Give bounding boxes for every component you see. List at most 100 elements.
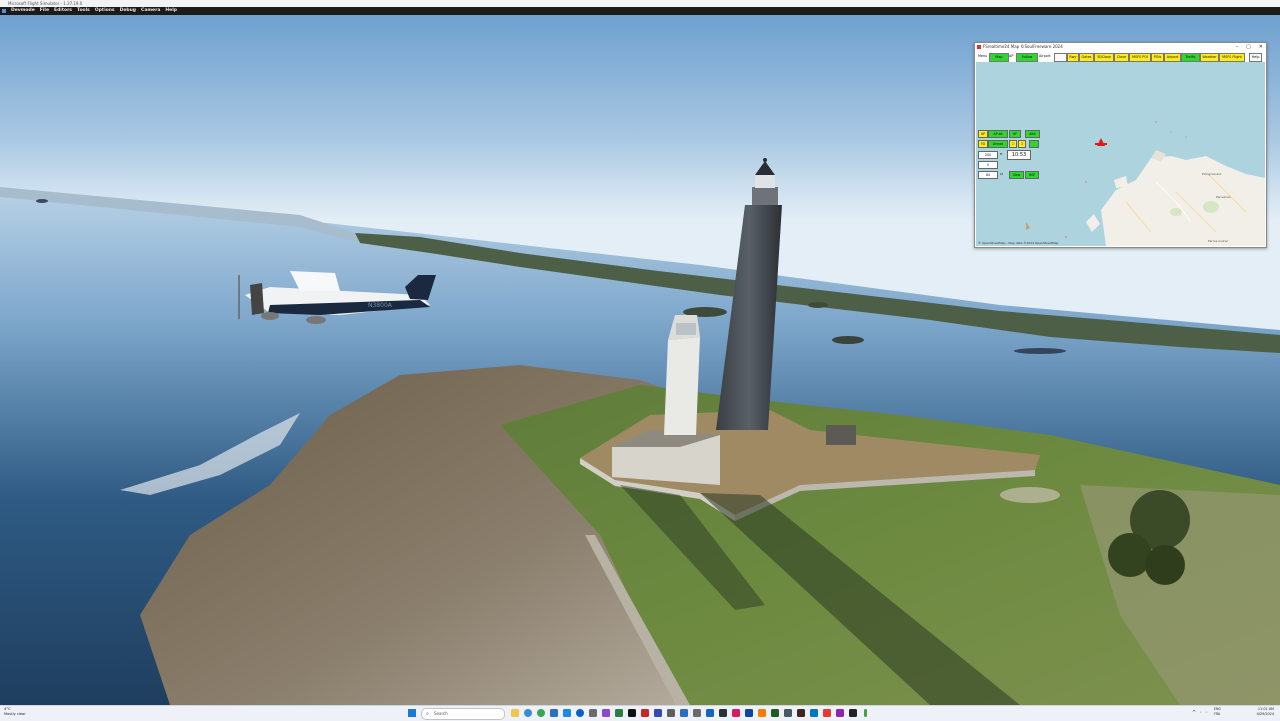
map-town-label: Plougrescant — [1202, 172, 1222, 176]
steam-icon[interactable] — [576, 709, 584, 717]
green-toggle[interactable] — [1029, 140, 1039, 148]
app-icon-10[interactable] — [641, 709, 649, 717]
hf-toggle[interactable]: HF — [1009, 130, 1021, 138]
app-icon-19[interactable] — [758, 709, 766, 717]
start-button[interactable] — [408, 709, 416, 717]
search-icon: ⌕ — [426, 711, 429, 717]
close-button[interactable]: ✕ — [1259, 43, 1263, 51]
taskbar-search[interactable]: ⌕ Search — [421, 708, 505, 720]
follow-button[interactable]: Follow — [1016, 53, 1038, 62]
option-3-toggle[interactable]: 3 — [1018, 140, 1026, 148]
chrome-icon[interactable] — [537, 709, 545, 717]
menu-tools[interactable]: Tools — [77, 7, 90, 15]
menu-label[interactable]: Menu — [978, 53, 987, 60]
clock-date: 4/29/2024 — [1256, 712, 1274, 716]
app-icon-17[interactable] — [732, 709, 740, 717]
map-toolbar: Menu Map AP Follow Airport Rwy Gates 3DC… — [975, 52, 1266, 62]
menu-debug[interactable]: Debug — [120, 7, 136, 15]
app-icon-11[interactable] — [654, 709, 662, 717]
map-view[interactable]: Plougrescant Penvénan Perros-Guirec AP A… — [976, 62, 1265, 246]
aircraft-registration: N3800A — [368, 302, 393, 309]
menu-file[interactable]: File — [40, 7, 49, 15]
rwy-button[interactable]: Rwy — [1067, 53, 1079, 62]
app-icon-9[interactable] — [628, 709, 636, 717]
app-icon-26[interactable] — [849, 709, 857, 717]
store-icon[interactable] — [563, 709, 571, 717]
app-icon-7[interactable] — [602, 709, 610, 717]
outlook-icon[interactable] — [550, 709, 558, 717]
chevron-up-icon[interactable]: ^ — [1192, 710, 1196, 716]
gates-button[interactable]: Gates — [1079, 53, 1094, 62]
language-indicator[interactable]: ENG FRA — [1214, 707, 1221, 716]
devmode-icon — [2, 9, 6, 13]
option-2-toggle[interactable]: 2 — [1009, 140, 1017, 148]
fd-toggle[interactable]: FD — [978, 140, 988, 148]
app-icon-12[interactable] — [667, 709, 675, 717]
aircraft-position-marker — [1095, 138, 1107, 146]
map-window-titlebar: FSrealtime24 Map ©SoulFreeware 2024 – ▢ … — [975, 43, 1266, 51]
file-explorer-icon[interactable] — [511, 709, 519, 717]
msf-button[interactable]: MSF — [1025, 171, 1039, 179]
ap-alt-toggle[interactable]: AP alt — [988, 130, 1008, 138]
app-icon-8[interactable] — [615, 709, 623, 717]
weather-widget[interactable]: 4°C Mostly clear — [4, 707, 26, 717]
menu-devmode[interactable]: Devmode — [11, 7, 35, 15]
map-town-label: Penvénan — [1216, 195, 1231, 199]
clock[interactable]: 11:01 AM 4/29/2024 — [1257, 707, 1274, 717]
map-button[interactable]: Map — [989, 53, 1009, 62]
ahead-toggle[interactable]: Ahead — [988, 140, 1008, 148]
map-attribution: © OpenStreetMap - Map data ©2024 OpenStr… — [978, 241, 1059, 245]
airport-input[interactable] — [1054, 53, 1067, 62]
menu-camera[interactable]: Camera — [141, 7, 160, 15]
window-title: Microsoft Flight Simulator - 1.37.19.0 — [8, 1, 83, 6]
app-icon-23[interactable] — [810, 709, 818, 717]
slew-button[interactable]: Slew — [1009, 171, 1024, 179]
menu-help[interactable]: Help — [165, 7, 177, 15]
app-icon-14[interactable] — [693, 709, 701, 717]
time-field[interactable]: 10:53 — [1007, 150, 1031, 160]
volume-icon[interactable]: ◦ — [1205, 710, 1208, 716]
menu-options[interactable]: Options — [95, 7, 115, 15]
map-town-label: Perros-Guirec — [1208, 239, 1229, 243]
app-icon-15[interactable] — [706, 709, 714, 717]
help-button[interactable]: Help — [1249, 53, 1262, 62]
youtube-icon[interactable] — [823, 709, 831, 717]
minimize-button[interactable]: – — [1236, 43, 1239, 51]
weather-button[interactable]: Weather — [1200, 53, 1219, 62]
app-icon-22[interactable] — [797, 709, 805, 717]
network-icon[interactable]: ◦ — [1199, 710, 1202, 716]
airport-label: Airport — [1039, 54, 1051, 58]
pois-button[interactable]: POIs — [1151, 53, 1164, 62]
msfs-poi-button[interactable]: MSFS POI — [1129, 53, 1151, 62]
map-window[interactable]: FSrealtime24 Map ©SoulFreeware 2024 – ▢ … — [974, 42, 1267, 248]
app-icon-25[interactable] — [836, 709, 844, 717]
speed-field[interactable]: 84 — [978, 171, 998, 179]
maximize-button[interactable]: ▢ — [1246, 43, 1251, 51]
app-icon-18[interactable] — [745, 709, 753, 717]
msfs-flight-button[interactable]: MSFS Flight — [1219, 53, 1245, 62]
taskbar: 4°C Mostly clear ⌕ Search ^ ◦ ◦ ENG FRA … — [0, 705, 1280, 721]
window-titlebar: Microsoft Flight Simulator - 1.37.19.0 — [0, 0, 1280, 7]
app-icon-16[interactable] — [719, 709, 727, 717]
3dclose-button[interactable]: 3DClose — [1094, 53, 1114, 62]
speed-unit: kt — [1000, 172, 1003, 176]
close-map-button[interactable]: Close — [1114, 53, 1129, 62]
ap-toggle[interactable]: AP — [978, 130, 988, 138]
menu-bar: Devmode File Editors Tools Options Debug… — [0, 7, 1280, 15]
windows-logo-icon — [408, 709, 412, 713]
app-icon-6[interactable] — [589, 709, 597, 717]
altitude-field[interactable]: 200 — [978, 151, 998, 159]
app-icon-20[interactable] — [771, 709, 779, 717]
system-tray: ^ ◦ ◦ — [1192, 710, 1208, 716]
heading-field[interactable]: 0 — [978, 161, 998, 169]
ap-label: AP — [1009, 54, 1014, 58]
menu-editors[interactable]: Editors — [54, 7, 72, 15]
app-icon-13[interactable] — [680, 709, 688, 717]
airport-button[interactable]: Airport — [1164, 53, 1181, 62]
map-window-title: FSrealtime24 Map ©SoulFreeware 2024 — [983, 44, 1063, 49]
traffic-button[interactable]: Traffic — [1181, 53, 1200, 62]
altit-toggle[interactable]: Altit — [1025, 130, 1040, 138]
edge-icon[interactable] — [524, 709, 532, 717]
app-icon-27[interactable] — [864, 709, 867, 717]
app-icon-21[interactable] — [784, 709, 792, 717]
